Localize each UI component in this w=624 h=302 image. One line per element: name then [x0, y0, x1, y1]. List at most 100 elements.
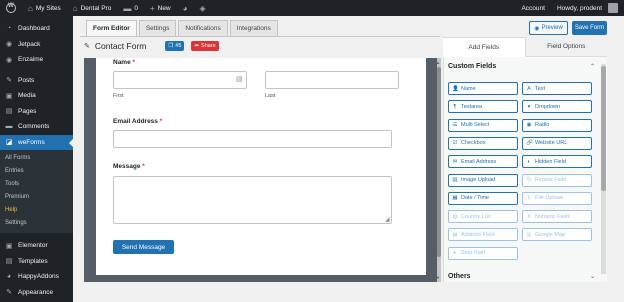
submenu-item-all-forms[interactable]: All Forms: [0, 152, 73, 165]
sidebar-item-templates[interactable]: ▤ Templates: [0, 254, 73, 270]
tabs-divider: [80, 36, 440, 37]
form-title[interactable]: Contact Form: [95, 41, 147, 51]
diamond-icon: ◈: [199, 3, 206, 13]
tab-form-editor[interactable]: Form Editor: [86, 20, 137, 36]
step-icon: ▸: [453, 250, 457, 257]
add-field-step-start-button[interactable]: ▸ Step Start: [448, 246, 518, 260]
sidebar-item-dashboard[interactable]: ◔ Dashboard: [0, 21, 73, 37]
submenu-item-settings[interactable]: Settings: [0, 217, 73, 230]
share-button[interactable]: ➦ Share: [191, 41, 219, 51]
jetpack-icon: ◕: [182, 3, 188, 13]
avatar: [608, 3, 618, 13]
paragraph-icon: ¶: [453, 103, 457, 110]
new-content-menu[interactable]: + New: [144, 0, 177, 16]
canvas-scrollbar-thumb[interactable]: [437, 67, 441, 257]
sidebar-item-jetpack[interactable]: ◉ Jetpack: [0, 37, 73, 53]
submenu-item-premium[interactable]: Premium: [0, 191, 73, 204]
add-field-dropdown-button[interactable]: ▾ Dropdown: [522, 100, 592, 114]
address-icon: ▤: [452, 231, 458, 238]
pencil-icon[interactable]: ✎: [84, 42, 90, 50]
last-name-input[interactable]: [265, 71, 399, 89]
repeat-icon: ↻: [526, 177, 532, 183]
user-icon: 👤: [452, 85, 459, 92]
send-message-button[interactable]: Send Message: [113, 240, 174, 254]
add-field-country-list-button[interactable]: ◍ Country List: [448, 210, 518, 224]
admin-bar: ⌂My Sites ⌂Dental Pro ▬0 +New ◕ ◈ Accoun…: [0, 0, 624, 16]
wordpress-logo-button[interactable]: [0, 0, 22, 16]
tab-add-fields[interactable]: Add Fields: [443, 37, 526, 57]
preview-button[interactable]: ◉ Preview: [529, 21, 568, 35]
weforms-icon: ◪: [5, 139, 13, 147]
envelope-icon: ✉: [452, 158, 458, 165]
last-sublabel: Last: [265, 93, 276, 99]
chevron-up-icon[interactable]: ⌃: [590, 63, 595, 70]
user-menu[interactable]: Howdy, prodent: [551, 0, 624, 16]
scroll-down-icon[interactable]: ▼: [436, 275, 440, 280]
add-field-date-time-button[interactable]: ▦ Date / Time: [448, 191, 518, 205]
sidebar-item-happyaddons[interactable]: ◕ HappyAddons: [0, 269, 73, 285]
message-field-label: Message *: [113, 163, 145, 170]
add-field-hidden-field-button[interactable]: ◐ Hidden Field: [522, 155, 592, 169]
appearance-icon: ✎: [6, 289, 12, 297]
add-field-radio-button[interactable]: ◉ Radio: [522, 118, 592, 132]
save-form-button[interactable]: Save Form: [572, 21, 607, 35]
sidebar-item-media[interactable]: ▣ Media: [0, 88, 73, 104]
admin-sidebar: ◔ Dashboard ◉ Jetpack ◉ Enzaime ✎ Posts ▣ Media ▤…: [0, 16, 73, 302]
calendar-icon: ▦: [452, 195, 458, 202]
site-name-menu[interactable]: ⌂ Dental Pro: [67, 0, 118, 16]
sidebar-item-comments[interactable]: ▬ Comments: [0, 119, 73, 135]
custom-fields-heading[interactable]: Custom Fields: [448, 63, 496, 70]
wordpress-icon: [6, 3, 16, 13]
contact-card-icon: ▤: [236, 76, 243, 83]
tab-notifications[interactable]: Notifications: [178, 20, 228, 36]
others-heading[interactable]: Others: [448, 273, 471, 280]
checkbox-icon: ☑: [452, 140, 458, 147]
sidebar-item-pages[interactable]: ▤ Pages: [0, 104, 73, 120]
tab-settings[interactable]: Settings: [138, 20, 177, 36]
sidebar-item-weforms[interactable]: ◪ weForms: [0, 134, 73, 150]
scroll-up-icon[interactable]: ▲: [436, 60, 440, 65]
add-field-website-url-button[interactable]: 🔗 Website URL: [522, 136, 592, 150]
templates-icon: ▤: [5, 258, 13, 266]
message-textarea[interactable]: [113, 176, 392, 224]
add-field-checkbox-button[interactable]: ☑ Checkbox: [448, 136, 518, 150]
add-field-textarea-button[interactable]: ¶ Textarea: [448, 100, 518, 114]
jetpack-toolbar-item[interactable]: ◕: [177, 0, 194, 16]
add-field-text-button[interactable]: A Text: [522, 82, 592, 95]
chevron-down-icon[interactable]: ⌄: [590, 273, 595, 280]
email-input[interactable]: [113, 130, 392, 148]
add-field-address-field-button[interactable]: ▤ Address Field: [448, 228, 518, 242]
share-icon: ➦: [194, 43, 200, 49]
sidebar-item-appearance[interactable]: ✎ Appearance: [0, 285, 73, 301]
add-field-multi-select-button[interactable]: ☰ Multi Select: [448, 118, 518, 132]
tab-integrations[interactable]: Integrations: [229, 20, 278, 36]
account-link[interactable]: Account: [515, 0, 551, 16]
diamond-toolbar-item[interactable]: ◈: [193, 0, 211, 16]
tab-field-options[interactable]: Field Options: [525, 37, 607, 57]
add-field-repeat-field-button[interactable]: ↻ Repeat Field: [522, 173, 592, 187]
add-field-file-upload-button[interactable]: ⇪ File Upload: [522, 191, 592, 205]
resize-handle-icon[interactable]: ◢: [385, 216, 390, 223]
map-marker-icon: ◎: [526, 231, 532, 238]
sidebar-item-elementor[interactable]: ▣ Elementor: [0, 238, 73, 254]
fields-panel-tabs: Add Fields Field Options: [443, 37, 607, 57]
form-id-badge[interactable]: ❐ #5: [165, 41, 185, 51]
copy-icon: ❐: [168, 43, 174, 49]
add-field-image-upload-button[interactable]: ▨ Image Upload: [448, 173, 518, 187]
first-name-input[interactable]: [113, 71, 247, 89]
add-field-google-map-button[interactable]: ◎ Google Map: [522, 228, 592, 242]
comments-menu[interactable]: ▬ 0: [117, 0, 144, 16]
comments-icon: ▬: [5, 123, 13, 131]
submenu-item-tools[interactable]: Tools: [0, 178, 73, 191]
add-field-email-address-button[interactable]: ✉ Email Address: [448, 155, 518, 169]
panel-scrollbar-thumb[interactable]: [601, 66, 606, 191]
sidebar-item-enzaime[interactable]: ◉ Enzaime: [0, 52, 73, 68]
submenu-item-help[interactable]: Help: [0, 204, 73, 217]
globe-icon: ◍: [452, 213, 458, 220]
my-sites-menu[interactable]: ⌂ My Sites: [22, 0, 67, 16]
sidebar-item-posts[interactable]: ✎ Posts: [0, 73, 73, 89]
submenu-item-entries[interactable]: Entries: [0, 165, 73, 178]
upload-icon: ⇪: [526, 195, 532, 202]
add-field-numeric-field-button[interactable]: # Numeric Field: [522, 210, 592, 224]
add-field-name-button[interactable]: 👤 Name: [448, 82, 518, 95]
